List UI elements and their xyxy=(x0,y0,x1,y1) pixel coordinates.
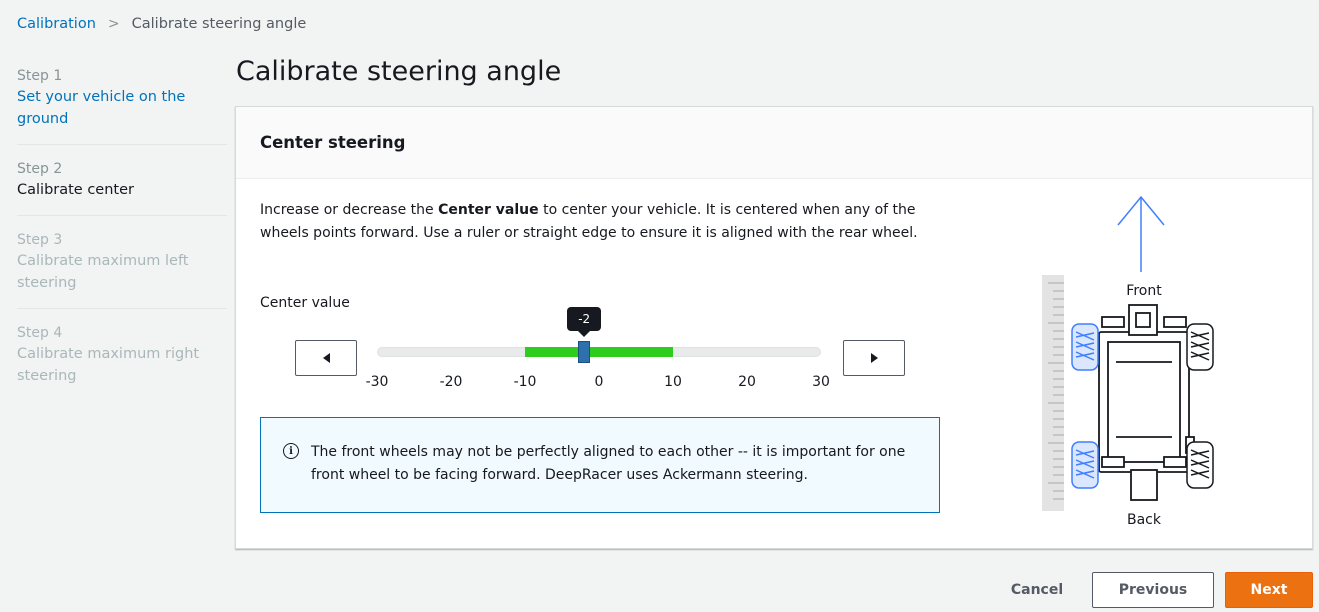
front-label: Front xyxy=(1126,283,1162,299)
slider-tick-label: -30 xyxy=(365,374,389,390)
increase-button[interactable] xyxy=(843,340,905,376)
center-value-slider[interactable]: -2 -30 -20 -10 0 10 20 30 xyxy=(366,307,830,390)
center-value-label: Center value xyxy=(260,295,350,311)
description-text: Increase or decrease the xyxy=(260,202,439,218)
description-bold: Center value xyxy=(438,202,539,218)
wheel-rear-right-icon xyxy=(1186,441,1214,489)
breadcrumb-separator: > xyxy=(107,16,120,32)
step-number: Step 4 xyxy=(17,325,63,341)
step-number: Step 2 xyxy=(17,161,63,177)
breadcrumb-current: Calibrate steering angle xyxy=(131,16,307,32)
cancel-button[interactable]: Cancel xyxy=(1000,572,1074,608)
step-label: Calibrate maximum left steering xyxy=(17,253,189,291)
panel-title: Center steering xyxy=(260,133,406,152)
ruler-icon xyxy=(1042,275,1064,511)
decrease-button[interactable] xyxy=(295,340,357,376)
wheel-front-left-icon xyxy=(1071,323,1099,371)
slider-valid-range xyxy=(525,347,673,357)
wheel-rear-left-icon xyxy=(1071,441,1099,489)
triangle-right-icon xyxy=(870,353,878,363)
panel-header: Center steering xyxy=(236,107,1312,179)
slider-tick-label: 20 xyxy=(738,374,756,390)
slider-tick-label: 10 xyxy=(664,374,682,390)
step-number: Step 1 xyxy=(17,68,63,84)
next-button[interactable]: Next xyxy=(1225,572,1313,608)
wheel-front-right-icon xyxy=(1186,323,1214,371)
step-label: Calibrate maximum right steering xyxy=(17,346,200,384)
panel-description: Increase or decrease the Center value to… xyxy=(260,199,940,245)
back-label: Back xyxy=(1127,512,1162,528)
forward-arrow-icon xyxy=(1117,195,1165,272)
step-number: Step 3 xyxy=(17,232,63,248)
wizard-step-4: Step 4 Calibrate maximum right steering xyxy=(17,323,227,401)
breadcrumb: Calibration > Calibrate steering angle xyxy=(17,16,306,32)
wizard-step-2: Step 2 Calibrate center xyxy=(17,159,227,216)
slider-tick-label: -20 xyxy=(439,374,463,390)
step-label[interactable]: Set your vehicle on the ground xyxy=(17,86,227,130)
page-title: Calibrate steering angle xyxy=(236,56,562,87)
previous-button[interactable]: Previous xyxy=(1092,572,1214,608)
wizard-step-1[interactable]: Step 1 Set your vehicle on the ground xyxy=(17,66,227,145)
vehicle-diagram-svg: Front Back xyxy=(1042,195,1214,528)
slider-tick-label: 0 xyxy=(594,374,604,390)
info-alert: i The front wheels may not be perfectly … xyxy=(260,417,940,513)
info-text: The front wheels may not be perfectly al… xyxy=(311,444,906,483)
slider-tick-label: 30 xyxy=(812,374,830,390)
car-top-view-icon xyxy=(1098,304,1195,501)
wizard-steps-nav: Step 1 Set your vehicle on the ground St… xyxy=(17,66,227,415)
vehicle-diagram: Front Back xyxy=(1036,187,1236,537)
center-steering-panel: Center steering Increase or decrease the… xyxy=(235,106,1313,549)
step-label: Calibrate center xyxy=(17,182,134,198)
wizard-step-3: Step 3 Calibrate maximum left steering xyxy=(17,230,227,309)
slider-thumb[interactable] xyxy=(578,341,591,363)
slider-tick-label: -10 xyxy=(513,374,537,390)
info-circle-icon: i xyxy=(283,443,299,459)
slider-value-tooltip: -2 xyxy=(567,307,602,337)
triangle-left-icon xyxy=(322,353,330,363)
breadcrumb-calibration-link[interactable]: Calibration xyxy=(17,16,96,32)
